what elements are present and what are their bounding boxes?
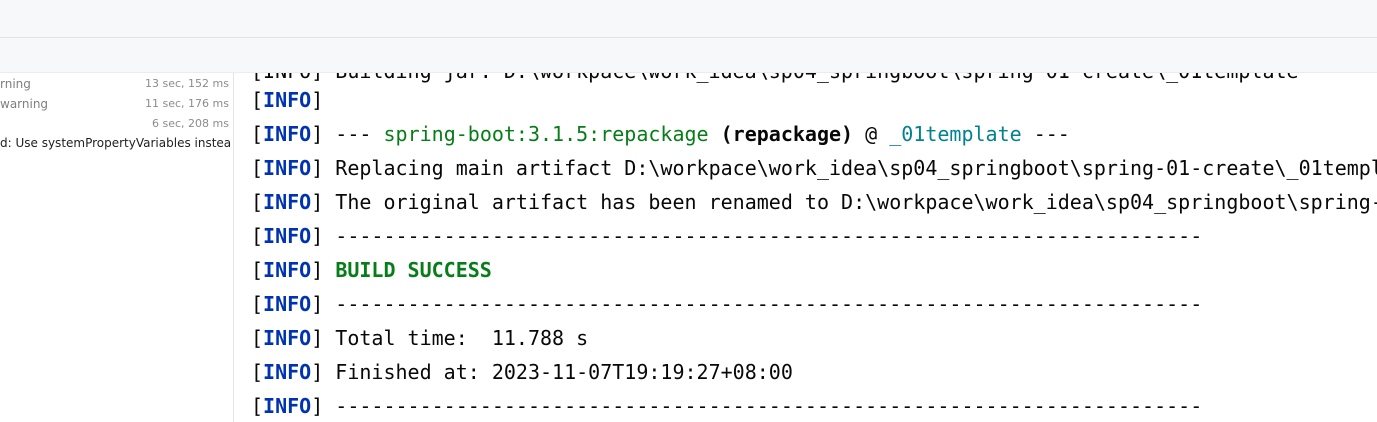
build-tree-row-label: d: Use systemPropertyVariables instea <box>0 136 232 150</box>
log-level: INFO <box>263 190 312 214</box>
at-sign: @ <box>853 122 890 146</box>
build-toolbar <box>0 38 1377 73</box>
console-output[interactable]: [INFO] Building jar: D:\workpace\work_id… <box>234 73 1377 422</box>
build-tree-row-label: warning <box>0 97 49 111</box>
build-tree-row-time: 13 sec, 152 ms <box>145 77 229 90</box>
top-toolbar <box>0 0 1377 38</box>
console-line: [INFO] ---------------------------------… <box>251 394 1203 418</box>
build-tree-row[interactable]: 6 sec, 208 ms <box>0 114 233 134</box>
build-tree-row-time: 6 sec, 208 ms <box>152 117 229 130</box>
build-tree-panel: rning 13 sec, 152 ms warning 11 sec, 176… <box>0 73 233 422</box>
console-line: [INFO] The original artifact has been re… <box>251 185 1377 219</box>
build-tree-row[interactable]: d: Use systemPropertyVariables instea <box>0 133 233 153</box>
console-line: [INFO] <box>251 88 324 112</box>
log-level: INFO <box>263 224 312 248</box>
log-level: INFO <box>263 326 312 350</box>
repackage-suffix: --- <box>1021 122 1070 146</box>
log-level: INFO <box>263 292 312 316</box>
build-tree-row[interactable]: rning 13 sec, 152 ms <box>0 74 233 94</box>
build-tree-row-time: 11 sec, 176 ms <box>145 97 229 110</box>
log-level: INFO <box>263 258 312 282</box>
console-line: [INFO] Finished at: 2023-11-07T19:19:27+… <box>251 360 793 384</box>
console-message: The original artifact has been renamed t… <box>323 190 1377 214</box>
console-line: [INFO] --- spring-boot:3.1.5:repackage (… <box>251 122 1070 146</box>
build-success-text: BUILD SUCCESS <box>335 258 492 282</box>
log-level: INFO <box>263 88 312 112</box>
log-level: INFO <box>263 394 312 418</box>
console-message: Replacing main artifact D:\workpace\work… <box>323 156 1377 180</box>
console-line: [INFO] Replacing main artifact D:\workpa… <box>251 151 1377 185</box>
console-line: [INFO] BUILD SUCCESS <box>251 258 492 282</box>
log-level: INFO <box>263 156 312 180</box>
build-tree-row[interactable]: warning 11 sec, 176 ms <box>0 94 233 114</box>
artifact-name: _01template <box>889 122 1022 146</box>
log-level: INFO <box>263 122 312 146</box>
console-line-clipped: [INFO] Building jar: D:\workpace\work_id… <box>251 73 1299 88</box>
log-level: INFO <box>263 360 312 384</box>
console-separator: ----------------------------------------… <box>323 292 1203 316</box>
build-tree-row-label: rning <box>0 77 31 91</box>
finished-at-text: Finished at: 2023-11-07T19:19:27+08:00 <box>323 360 793 384</box>
repackage-prefix: --- <box>323 122 384 146</box>
console-line: [INFO] Total time: 11.788 s <box>251 326 589 350</box>
console-line: [INFO] ---------------------------------… <box>251 292 1203 316</box>
console-line: [INFO] ---------------------------------… <box>251 224 1203 248</box>
console-separator: ----------------------------------------… <box>323 224 1203 248</box>
plugin-name: spring-boot:3.1.5:repackage <box>383 122 709 146</box>
goal-name: (repackage) <box>720 122 854 146</box>
total-time-text: Total time: 11.788 s <box>323 326 589 350</box>
console-separator: ----------------------------------------… <box>323 394 1203 418</box>
